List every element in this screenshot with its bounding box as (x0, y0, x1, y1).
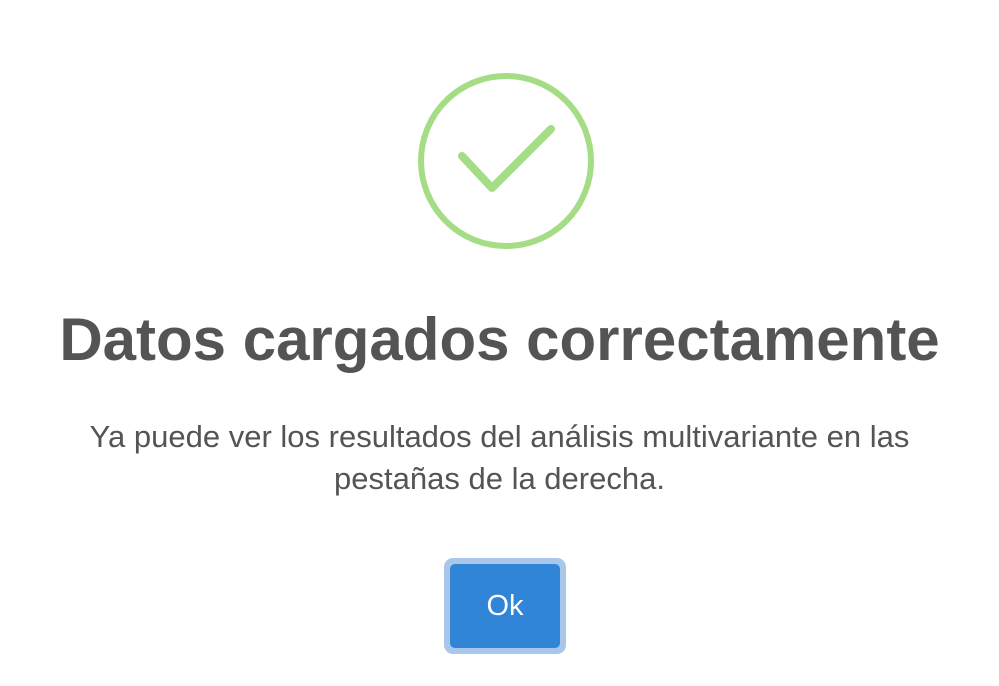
success-check-icon (417, 72, 595, 250)
success-dialog: Datos cargados correctamente Ya puede ve… (0, 0, 999, 686)
ok-button[interactable]: Ok (450, 564, 560, 648)
dialog-title: Datos cargados correctamente (59, 306, 940, 373)
dialog-message: Ya puede ver los resultados del análisis… (89, 419, 910, 496)
